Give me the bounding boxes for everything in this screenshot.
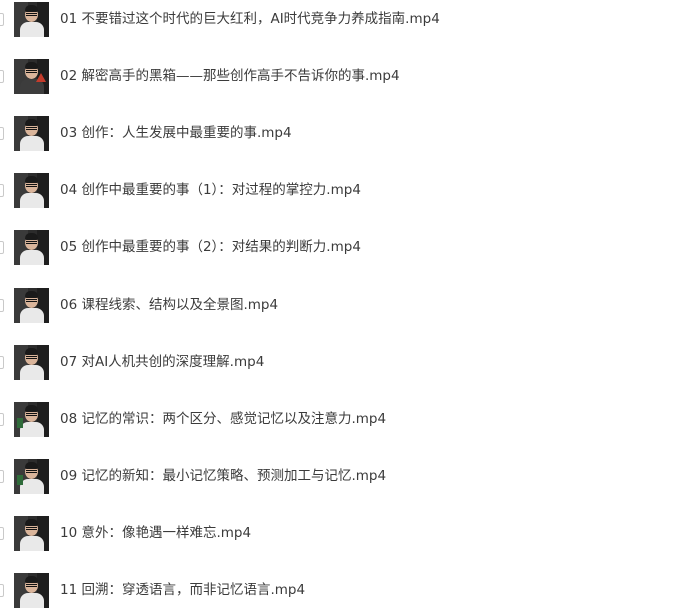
file-name[interactable]: 01 不要错过这个时代的巨大红利，AI时代竞争力养成指南.mp4 (60, 10, 440, 28)
row-checkbox[interactable] (0, 240, 4, 254)
video-thumbnail[interactable] (14, 458, 49, 494)
file-name[interactable]: 07 对AI人机共创的深度理解.mp4 (60, 353, 264, 371)
file-name[interactable]: 10 意外：像艳遇一样难忘.mp4 (60, 524, 251, 542)
video-thumbnail[interactable] (14, 58, 49, 94)
video-thumbnail[interactable] (14, 1, 49, 37)
file-row[interactable]: 02 解密高手的黑箱——那些创作高手不告诉你的事.mp4 (0, 56, 681, 96)
video-thumbnail[interactable] (14, 344, 49, 380)
file-name[interactable]: 06 课程线索、结构以及全景图.mp4 (60, 296, 278, 314)
file-row[interactable]: 03 创作：人生发展中最重要的事.mp4 (0, 113, 681, 153)
file-row[interactable]: 10 意外：像艳遇一样难忘.mp4 (0, 513, 681, 553)
row-checkbox[interactable] (0, 583, 4, 597)
row-checkbox[interactable] (0, 69, 4, 83)
video-thumbnail[interactable] (14, 401, 49, 437)
row-checkbox[interactable] (0, 126, 4, 140)
file-name[interactable]: 02 解密高手的黑箱——那些创作高手不告诉你的事.mp4 (60, 67, 400, 85)
file-name[interactable]: 08 记忆的常识：两个区分、感觉记忆以及注意力.mp4 (60, 410, 386, 428)
file-name[interactable]: 09 记忆的新知：最小记忆策略、预测加工与记忆.mp4 (60, 467, 386, 485)
file-list: 01 不要错过这个时代的巨大红利，AI时代竞争力养成指南.mp4 02 解密高手… (0, 0, 681, 610)
video-thumbnail[interactable] (14, 115, 49, 151)
file-row[interactable]: 04 创作中最重要的事（1）：对过程的掌控力.mp4 (0, 170, 681, 210)
row-checkbox[interactable] (0, 469, 4, 483)
file-name[interactable]: 05 创作中最重要的事（2）：对结果的判断力.mp4 (60, 238, 361, 256)
row-checkbox[interactable] (0, 298, 4, 312)
row-checkbox[interactable] (0, 12, 4, 26)
row-checkbox[interactable] (0, 183, 4, 197)
file-name[interactable]: 03 创作：人生发展中最重要的事.mp4 (60, 124, 292, 142)
file-row[interactable]: 07 对AI人机共创的深度理解.mp4 (0, 342, 681, 382)
file-name[interactable]: 11 回溯：穿透语言，而非记忆语言.mp4 (60, 581, 305, 599)
video-thumbnail[interactable] (14, 172, 49, 208)
file-row[interactable]: 09 记忆的新知：最小记忆策略、预测加工与记忆.mp4 (0, 456, 681, 496)
row-checkbox[interactable] (0, 412, 4, 426)
file-name[interactable]: 04 创作中最重要的事（1）：对过程的掌控力.mp4 (60, 181, 361, 199)
file-row[interactable]: 06 课程线索、结构以及全景图.mp4 (0, 285, 681, 325)
file-row[interactable]: 01 不要错过这个时代的巨大红利，AI时代竞争力养成指南.mp4 (0, 0, 681, 39)
video-thumbnail[interactable] (14, 229, 49, 265)
file-row[interactable]: 05 创作中最重要的事（2）：对结果的判断力.mp4 (0, 227, 681, 267)
video-thumbnail[interactable] (14, 515, 49, 551)
file-row[interactable]: 11 回溯：穿透语言，而非记忆语言.mp4 (0, 570, 681, 610)
video-thumbnail[interactable] (14, 287, 49, 323)
video-thumbnail[interactable] (14, 572, 49, 608)
file-row[interactable]: 08 记忆的常识：两个区分、感觉记忆以及注意力.mp4 (0, 399, 681, 439)
row-checkbox[interactable] (0, 526, 4, 540)
row-checkbox[interactable] (0, 355, 4, 369)
